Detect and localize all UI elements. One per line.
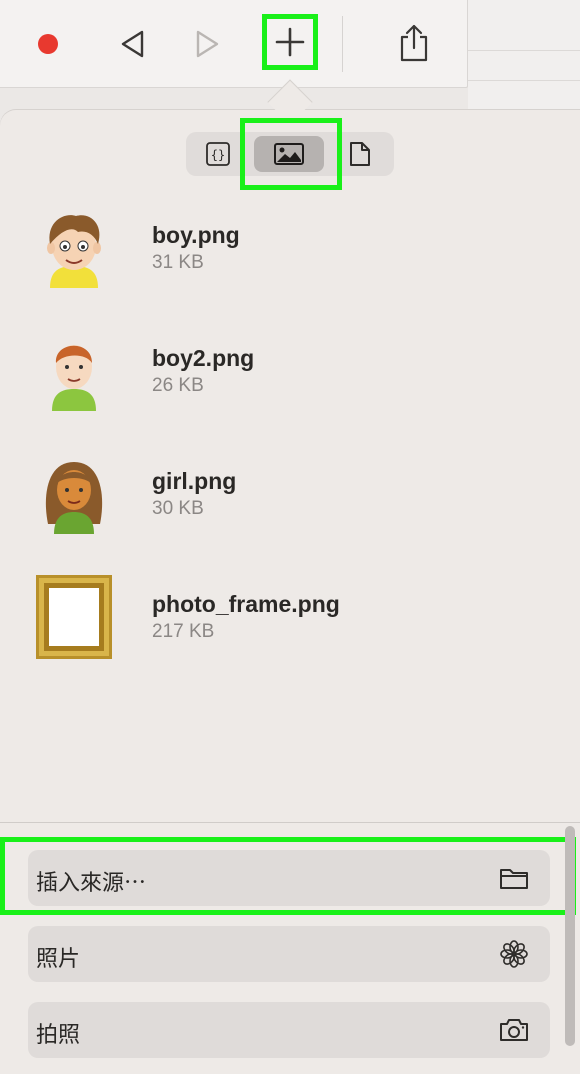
- list-item[interactable]: photo_frame.png 217 KB: [0, 575, 580, 687]
- forward-icon: [196, 30, 219, 58]
- document-icon: [350, 142, 370, 166]
- flower-icon: [498, 938, 530, 970]
- list-item[interactable]: girl.png 30 KB: [0, 454, 580, 564]
- svg-text:{}: {}: [211, 148, 225, 162]
- background-divider: [468, 80, 580, 81]
- forward-button[interactable]: [188, 24, 228, 64]
- boy2-thumbnail: [34, 331, 114, 421]
- photos-button[interactable]: 照片: [28, 926, 550, 982]
- take-photo-button[interactable]: 拍照: [28, 1002, 550, 1058]
- code-icon: {}: [206, 142, 230, 166]
- back-button[interactable]: [112, 24, 152, 64]
- add-button[interactable]: [262, 14, 318, 70]
- plus-icon: [275, 27, 305, 57]
- girl-thumbnail: [34, 454, 114, 544]
- camera-icon: [498, 1014, 530, 1046]
- share-icon: [400, 24, 428, 62]
- highlight-box: [0, 837, 576, 915]
- toolbar: [0, 0, 468, 88]
- photo-frame-thumbnail: [34, 573, 114, 663]
- background-window: [468, 0, 580, 110]
- background-divider: [468, 50, 580, 51]
- file-size: 217 KB: [152, 621, 215, 642]
- record-icon[interactable]: [38, 34, 58, 54]
- take-photo-label: 拍照: [36, 1022, 81, 1047]
- file-name: girl.png: [152, 468, 237, 494]
- photos-label: 照片: [36, 946, 81, 971]
- file-name: boy2.png: [152, 345, 255, 371]
- toolbar-separator: [342, 16, 343, 72]
- highlight-box: [240, 118, 342, 190]
- boy-thumbnail: [34, 208, 114, 298]
- list-item[interactable]: boy.png 31 KB: [0, 208, 580, 318]
- file-size: 31 KB: [152, 252, 204, 273]
- list-item[interactable]: boy2.png 26 KB: [0, 331, 580, 441]
- file-size: 26 KB: [152, 375, 204, 396]
- file-size: 30 KB: [152, 498, 204, 519]
- scrollbar[interactable]: [565, 826, 575, 1046]
- file-name: photo_frame.png: [152, 591, 340, 617]
- section-divider: [0, 822, 580, 823]
- file-name: boy.png: [152, 222, 240, 248]
- back-icon: [121, 30, 144, 58]
- tab-code[interactable]: {}: [194, 132, 242, 176]
- share-button[interactable]: [392, 20, 436, 66]
